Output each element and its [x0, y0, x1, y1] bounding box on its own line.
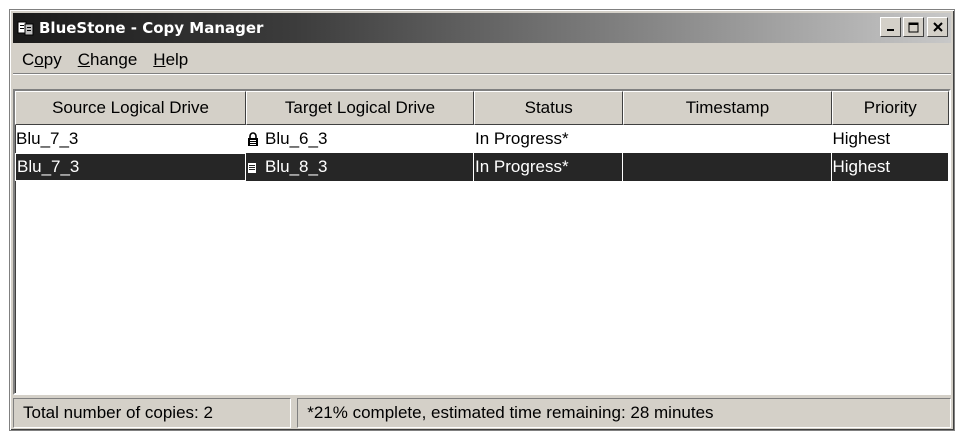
- table-row-selected[interactable]: Blu_7_3 Blu_8_3 In Progress* Highest: [15, 153, 949, 181]
- cell-priority: Highest: [831, 153, 949, 181]
- column-header-target[interactable]: Target Logical Drive: [246, 91, 475, 125]
- table-row[interactable]: Blu_7_3 Blu_6_3 In Progress* Highest: [15, 125, 949, 153]
- table-header: Source Logical Drive Target Logical Driv…: [15, 91, 949, 125]
- copy-manager-window: BlueStone - Copy Manager Copy Change Hel…: [9, 9, 955, 431]
- copy-table[interactable]: Source Logical Drive Target Logical Driv…: [13, 89, 951, 395]
- menu-copy-label-start: C: [22, 49, 35, 69]
- cell-target: Blu_8_3: [246, 153, 475, 181]
- cell-priority: Highest: [832, 129, 891, 148]
- menu-change-mnemonic: C: [77, 49, 90, 69]
- close-icon: [932, 22, 943, 32]
- minimize-button[interactable]: [880, 17, 901, 37]
- window-controls: [878, 17, 948, 37]
- cell-target: Blu_6_3: [246, 125, 474, 153]
- menu-help-label-end: elp: [165, 49, 189, 69]
- status-bar: Total number of copies: 2 *21% complete,…: [13, 398, 951, 428]
- window-title: BlueStone - Copy Manager: [39, 19, 264, 37]
- column-header-priority[interactable]: Priority: [831, 91, 949, 125]
- cell-status: In Progress*: [475, 129, 569, 148]
- menu-help[interactable]: Help: [144, 50, 195, 70]
- menu-copy-mnemonic: o: [34, 49, 44, 69]
- minimize-icon: [886, 29, 894, 31]
- cell-timestamp: [623, 153, 832, 181]
- menu-change[interactable]: Change: [69, 50, 145, 70]
- cell-target-label: Blu_8_3: [265, 157, 328, 176]
- close-button[interactable]: [927, 17, 948, 37]
- column-header-source[interactable]: Source Logical Drive: [15, 91, 247, 125]
- title-bar[interactable]: BlueStone - Copy Manager: [13, 13, 951, 43]
- maximize-icon: [908, 22, 919, 32]
- cell-status: In Progress*: [474, 153, 624, 181]
- menu-help-mnemonic: H: [153, 49, 166, 69]
- cell-source: Blu_7_3: [16, 129, 79, 148]
- column-header-timestamp[interactable]: Timestamp: [623, 91, 832, 125]
- menu-copy-label-end: py: [43, 49, 62, 69]
- cell-timestamp: [623, 125, 831, 153]
- menu-change-label-end: hange: [90, 49, 138, 69]
- menu-copy[interactable]: Copy: [13, 50, 69, 70]
- cell-target-label: Blu_6_3: [265, 129, 328, 148]
- maximize-button[interactable]: [903, 17, 924, 37]
- status-progress: *21% complete, estimated time remaining:…: [297, 398, 951, 428]
- column-header-status[interactable]: Status: [474, 91, 624, 125]
- cell-source: Blu_7_3: [15, 153, 247, 181]
- drive-lock-icon: [247, 160, 261, 174]
- lock-icon: [247, 131, 261, 147]
- status-copy-count: Total number of copies: 2: [13, 398, 292, 428]
- menu-bar: Copy Change Help: [13, 46, 951, 74]
- app-icon[interactable]: [17, 19, 35, 37]
